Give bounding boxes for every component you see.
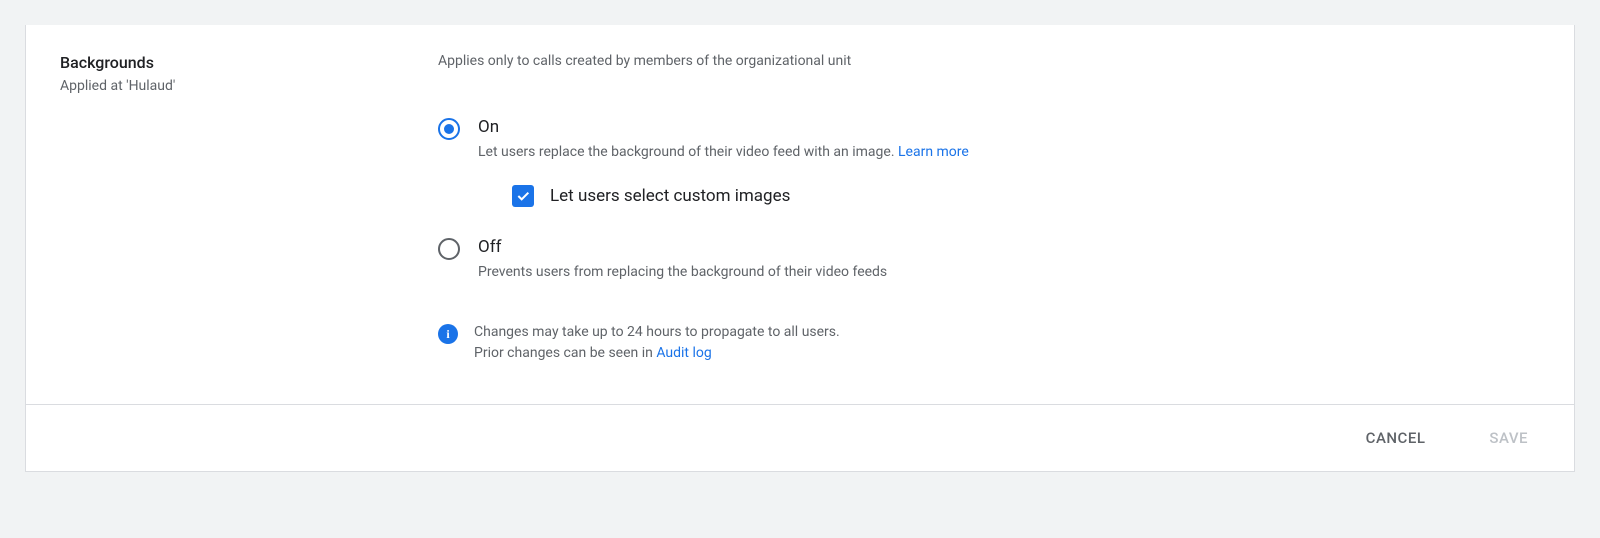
left-column: Backgrounds Applied at 'Hulaud'	[60, 53, 438, 364]
custom-images-label: Let users select custom images	[550, 186, 790, 206]
right-column: Applies only to calls created by members…	[438, 53, 1540, 364]
custom-images-checkbox[interactable]	[512, 185, 534, 207]
radio-on[interactable]	[438, 118, 460, 140]
scope-description: Applies only to calls created by members…	[438, 53, 1540, 69]
card-body: Backgrounds Applied at 'Hulaud' Applies …	[26, 25, 1574, 404]
learn-more-link[interactable]: Learn more	[898, 144, 969, 160]
radio-off[interactable]	[438, 238, 460, 260]
settings-card: Backgrounds Applied at 'Hulaud' Applies …	[25, 25, 1575, 472]
info-text: Changes may take up to 24 hours to propa…	[474, 322, 840, 364]
checkbox-row: Let users select custom images	[512, 185, 1540, 207]
info-line2-prefix: Prior changes can be seen in	[474, 345, 656, 361]
check-icon	[515, 188, 531, 204]
applied-at-label: Applied at 'Hulaud'	[60, 78, 438, 94]
audit-log-link[interactable]: Audit log	[656, 345, 711, 361]
save-button[interactable]: SAVE	[1477, 421, 1540, 455]
radio-option-off: Off Prevents users from replacing the ba…	[438, 237, 1540, 283]
card-footer: CANCEL SAVE	[26, 404, 1574, 471]
radio-off-description: Prevents users from replacing the backgr…	[478, 263, 887, 283]
radio-on-desc-text: Let users replace the background of thei…	[478, 144, 898, 160]
section-title: Backgrounds	[60, 53, 438, 72]
info-row: i Changes may take up to 24 hours to pro…	[438, 322, 1540, 364]
info-line2: Prior changes can be seen in Audit log	[474, 343, 840, 364]
radio-on-description: Let users replace the background of thei…	[478, 143, 969, 163]
radio-option-on: On Let users replace the background of t…	[438, 117, 1540, 207]
radio-on-label: On	[478, 117, 969, 137]
cancel-button[interactable]: CANCEL	[1354, 421, 1438, 455]
radio-off-label: Off	[478, 237, 887, 257]
info-line1: Changes may take up to 24 hours to propa…	[474, 322, 840, 343]
info-icon: i	[438, 324, 458, 344]
